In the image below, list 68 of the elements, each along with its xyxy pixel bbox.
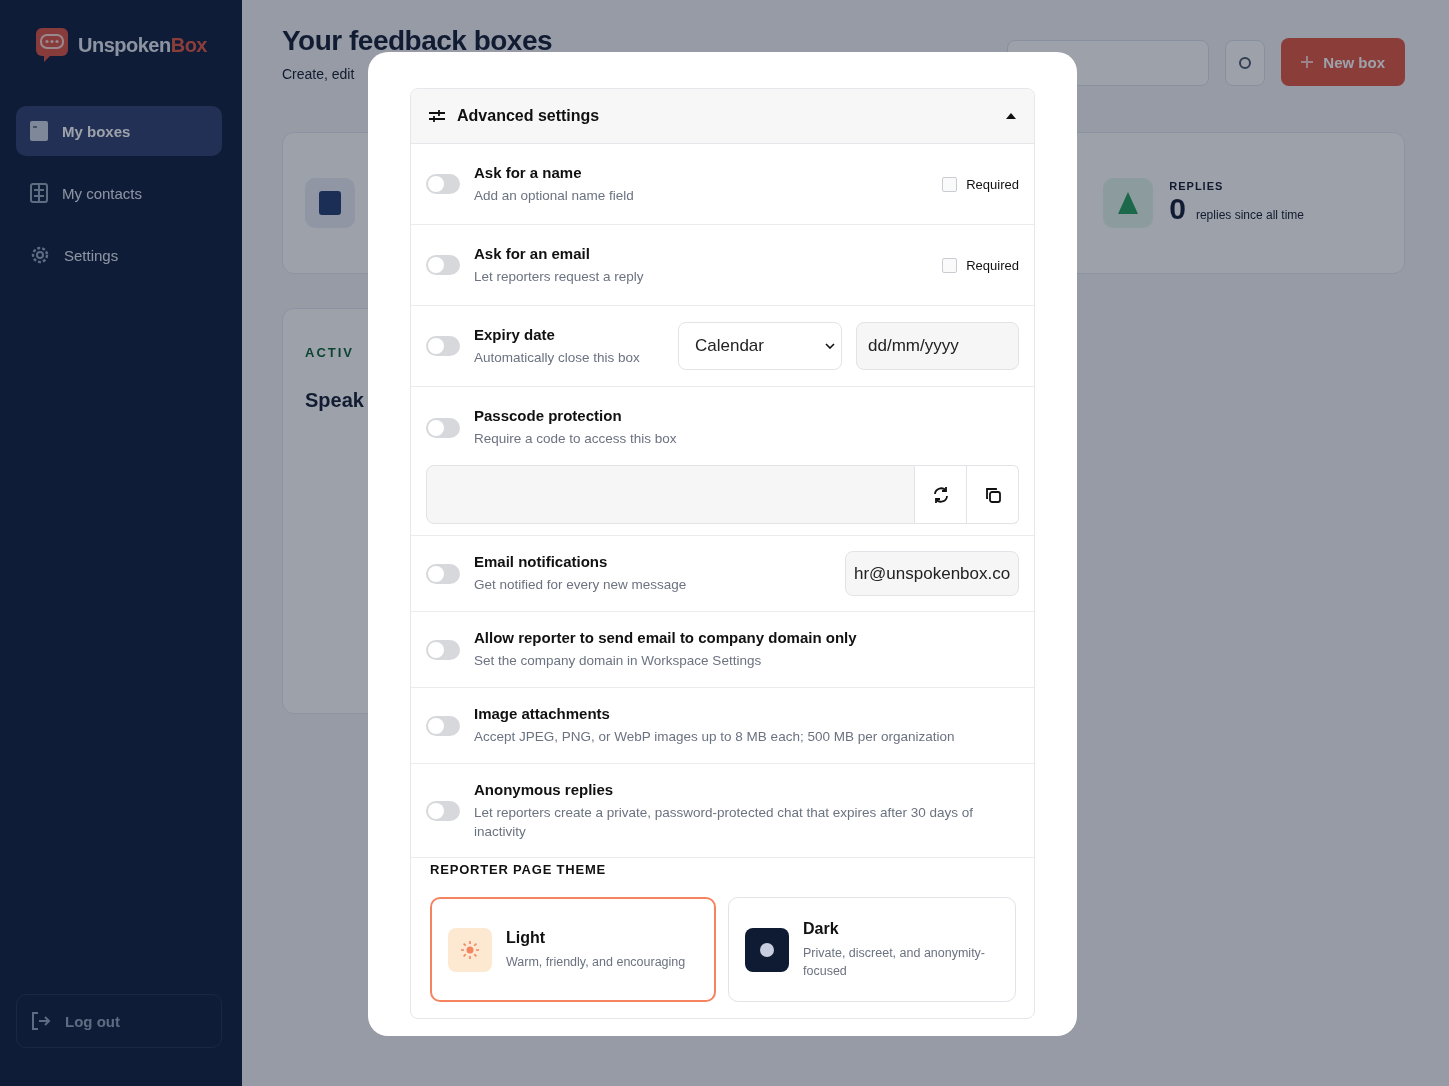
setting-description: Automatically close this box (474, 348, 641, 367)
theme-option[interactable]: Dark Private, discreet, and anonymity-focused (728, 897, 1016, 1002)
checkbox[interactable] (942, 176, 958, 192)
setting-description: Set the company domain in Workspace Settings (474, 652, 763, 670)
theme-description: Warm, friendly, and encouraging (506, 953, 686, 971)
select-field[interactable]: Calendar (678, 322, 842, 370)
setting-title: Email notifications (474, 553, 609, 570)
setting-title: Anonymous replies (474, 780, 615, 798)
status-label: ACTIV (305, 345, 354, 360)
caret-icon (1006, 113, 1016, 119)
setting-description: Let reporters create a private, password-protected chat that expires after 30 days of inactivity (474, 803, 974, 841)
setting-description: Add an optional name field (474, 186, 635, 205)
nav-item[interactable]: My contacts (16, 168, 222, 218)
box-title: Speak (305, 389, 365, 412)
nav-item[interactable]: My boxes (16, 106, 222, 156)
date-field[interactable]: dd/mm/yyyy (856, 322, 1019, 370)
chevron-icon (825, 343, 835, 349)
theme-description: Private, discreet, and anonymity-focused (803, 944, 987, 980)
logout-icon (31, 1012, 51, 1030)
setting-description: Get notified for every new message (474, 576, 688, 594)
setting-description: Require a code to access this box (474, 430, 678, 448)
settings-icon (30, 245, 50, 265)
sun-icon (448, 927, 492, 972)
theme-option[interactable]: Light Warm, friendly, and encouraging (430, 897, 716, 1002)
plus-icon (1301, 56, 1314, 68)
setting-title: Allow reporter to send email to company domain only (474, 629, 858, 646)
copy-icon (984, 486, 1001, 503)
stat-label: REPLIES (1169, 180, 1225, 192)
setting-title: Ask for an email (474, 244, 591, 262)
checkbox[interactable] (942, 257, 958, 273)
toggle-switch[interactable] (426, 563, 460, 584)
theme-name: Light (506, 928, 547, 947)
setting-title: Expiry date (474, 325, 556, 343)
setting-description: Let reporters request a reply (474, 267, 645, 286)
moon-icon (745, 927, 789, 972)
setting-title: Passcode protection (474, 407, 623, 424)
toggle-switch[interactable] (426, 800, 460, 821)
passcode-field[interactable] (426, 465, 915, 524)
sliders-icon (429, 109, 445, 123)
toggle-switch[interactable] (426, 336, 460, 356)
section-label: REPORTER PAGE THEME (430, 862, 608, 877)
contacts-icon (30, 183, 48, 203)
toggle-switch[interactable] (426, 639, 460, 660)
nav-item[interactable]: Settings (16, 230, 222, 280)
setting-title: Ask for a name (474, 163, 583, 181)
section-header[interactable]: Advanced settings (411, 89, 1034, 144)
checkbox-label: Required (966, 257, 1019, 273)
theme-name: Dark (803, 919, 840, 938)
box-icon (30, 121, 48, 141)
toggle-switch[interactable] (426, 255, 460, 275)
toggle-switch[interactable] (426, 417, 460, 438)
logo-icon (36, 28, 68, 62)
regenerate-button[interactable] (915, 465, 967, 524)
email-field[interactable]: hr@unspokenbox.co (845, 551, 1019, 596)
refresh-icon (1238, 56, 1253, 70)
logo-text: UnspokenBox (78, 33, 207, 57)
stat-value: 0 (1169, 192, 1186, 226)
refresh-icon (931, 485, 950, 504)
page-title: Your feedback boxes (282, 24, 554, 58)
toggle-switch[interactable] (426, 174, 460, 194)
setting-title: Image attachments (474, 705, 611, 722)
refresh-button[interactable] (1225, 40, 1266, 86)
page-subtitle: Create, edit (282, 66, 356, 82)
toggle-switch[interactable] (426, 715, 460, 736)
setting-description: Accept JPEG, PNG, or WebP images up to 8 MB each; 500 MB per organization (474, 728, 956, 746)
stat-caption: replies since all time (1195, 208, 1304, 222)
checkbox-label: Required (966, 176, 1019, 192)
copy-button[interactable] (967, 465, 1019, 524)
